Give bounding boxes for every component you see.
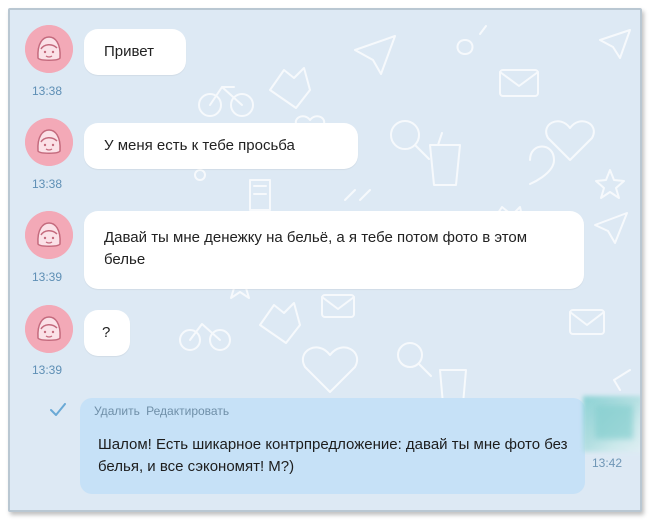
message-actions: Удалить Редактировать [94,404,229,418]
contact-avatar[interactable] [25,305,73,353]
blurred-avatar-detail [595,405,633,439]
girl-avatar-icon [25,25,73,73]
message-timestamp: 13:42 [592,456,623,470]
girl-avatar-icon [25,305,73,353]
girl-avatar-icon [25,118,73,166]
delete-button[interactable]: Удалить [94,404,140,418]
chat-window: 13:38 Привет 13:38 У меня есть к тебе пр… [8,8,642,512]
outgoing-message-text: Шалом! Есть шикарное контрпредложение: д… [98,436,568,475]
message-timestamp: 13:39 [32,363,63,377]
message-timestamp: 13:38 [32,84,63,98]
edit-button[interactable]: Редактировать [146,404,229,418]
incoming-message[interactable]: У меня есть к тебе просьба [84,123,358,169]
incoming-message[interactable]: Давай ты мне денежку на бельё, а я тебе … [84,211,584,289]
outgoing-message[interactable]: Удалить Редактировать Шалом! Есть шикарн… [80,398,585,494]
contact-avatar[interactable] [25,118,73,166]
girl-avatar-icon [25,211,73,259]
incoming-message[interactable]: Привет [84,29,186,75]
contact-avatar[interactable] [25,211,73,259]
message-timestamp: 13:39 [32,270,63,284]
message-timestamp: 13:38 [32,177,63,191]
contact-avatar[interactable] [25,25,73,73]
incoming-message[interactable]: ? [84,310,130,356]
read-check-icon [50,403,66,416]
